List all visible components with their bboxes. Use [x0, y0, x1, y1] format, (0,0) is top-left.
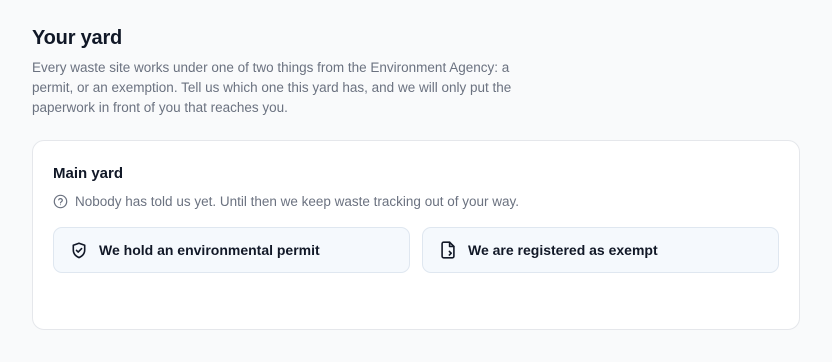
yard-card: Main yard Nobody has told us yet. Until …	[32, 140, 800, 330]
yard-status-text: Nobody has told us yet. Until then we ke…	[75, 193, 519, 209]
yard-name: Main yard	[53, 165, 124, 182]
yard-settings-page: Your yard Every waste site works under o…	[0, 0, 832, 362]
permit-option-label: We hold an environmental permit	[99, 242, 320, 258]
exempt-option-button[interactable]: We are registered as exempt	[422, 227, 779, 273]
page-title: Your yard	[32, 27, 123, 49]
yard-status: Nobody has told us yet. Until then we ke…	[53, 192, 519, 210]
document-exempt-icon	[440, 241, 456, 259]
shield-check-icon	[71, 241, 87, 259]
question-circle-icon	[53, 194, 68, 209]
permit-option-button[interactable]: We hold an environmental permit	[53, 227, 410, 273]
exempt-option-label: We are registered as exempt	[468, 242, 658, 258]
page-description: Every waste site works under one of two …	[32, 60, 512, 115]
